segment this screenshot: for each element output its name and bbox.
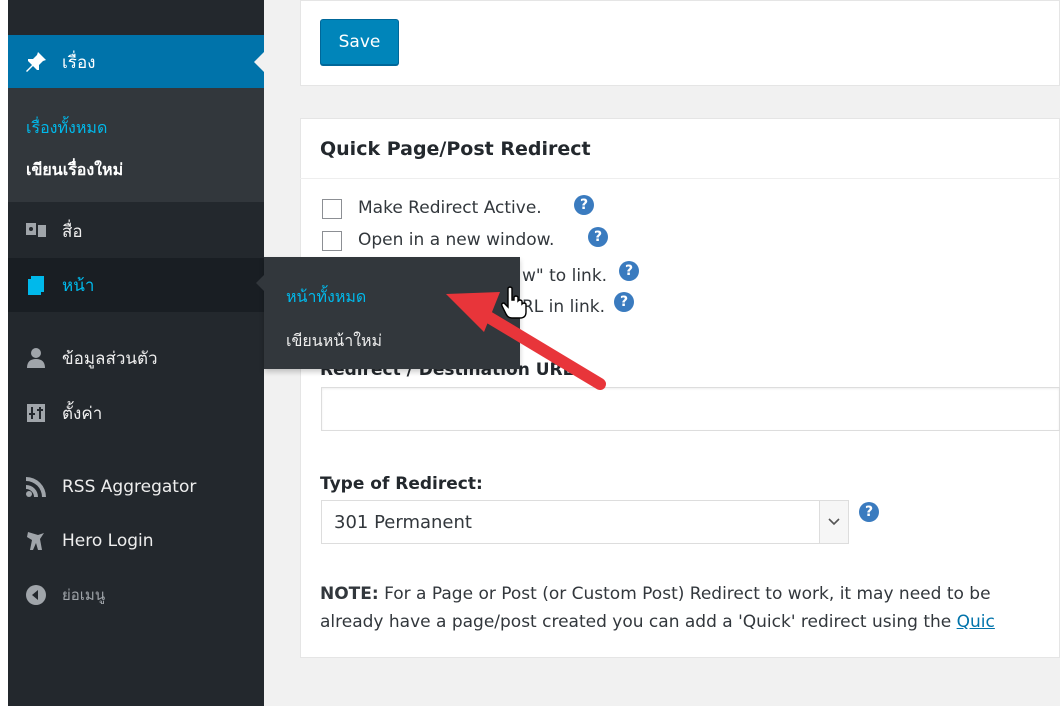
annotation-arrow <box>446 292 606 390</box>
hand-cursor-icon <box>501 286 527 319</box>
